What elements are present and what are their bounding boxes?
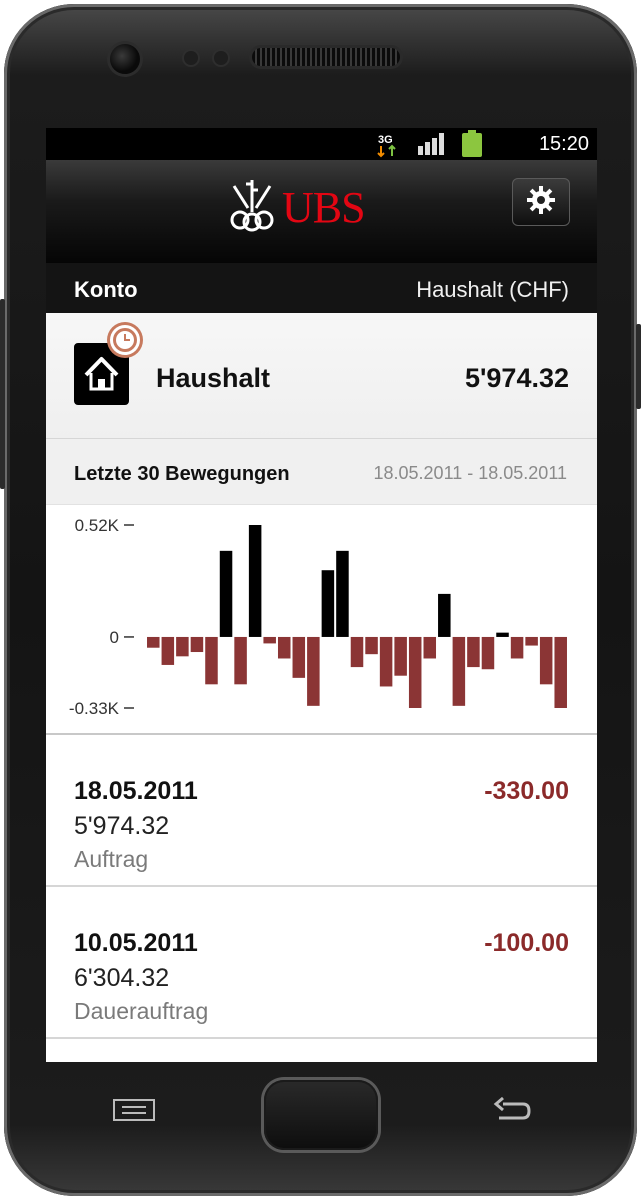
bar-negative [147, 636, 160, 648]
transaction-list: 18.05.2011 -330.00 5'974.32 Auftrag 10.0… [46, 735, 597, 1039]
account-summary[interactable]: Haushalt 5'974.32 [46, 313, 597, 439]
signal-icon [418, 132, 446, 161]
transaction-amount: -100.00 [484, 929, 569, 957]
front-camera [110, 44, 140, 74]
status-bar: 3G 15:20 [46, 128, 597, 160]
bar-negative [467, 636, 480, 668]
screen: 3G 15:20 UBS Konto Haushalt (CHF) Hausha… [46, 128, 597, 1062]
account-selector[interactable]: Haushalt (CHF) [416, 277, 569, 303]
transaction-balance: 5'974.32 [74, 812, 170, 840]
bar-negative [263, 636, 276, 644]
account-balance: 5'974.32 [464, 363, 569, 393]
bar-negative [234, 636, 247, 685]
svg-text:3G: 3G [378, 134, 393, 146]
account-bar-label: Konto [74, 277, 138, 302]
bar-chart: 0.52K 0 -0.33K [69, 516, 567, 718]
bar-negative [277, 636, 291, 659]
bar-positive [321, 570, 335, 637]
proximity-sensor [184, 51, 198, 65]
y-tick-label: 0.52K [75, 516, 120, 535]
bar-positive [496, 632, 509, 637]
y-tick-label: 0 [110, 628, 119, 647]
bar-negative [481, 636, 495, 670]
back-icon[interactable] [493, 1096, 533, 1131]
bar-negative [205, 636, 218, 685]
app-header: UBS [46, 160, 597, 263]
light-sensor [214, 51, 228, 65]
bar-negative [539, 636, 553, 685]
home-button[interactable] [264, 1080, 378, 1150]
bar-negative [525, 636, 538, 646]
transaction-amount: -330.00 [484, 777, 569, 805]
keys-icon [226, 178, 278, 237]
transaction-balance: 6'304.32 [74, 964, 170, 992]
power-button [636, 324, 641, 409]
earpiece-speaker [252, 48, 400, 66]
bar-negative [510, 636, 524, 659]
volume-button [0, 299, 5, 489]
movements-header: Letzte 30 Bewegungen 18.05.2011 - 18.05.… [46, 439, 597, 505]
bar-negative [190, 636, 204, 653]
battery-icon [461, 130, 483, 163]
bar-negative [161, 636, 175, 665]
account-bar[interactable]: Konto Haushalt (CHF) [46, 263, 597, 313]
movements-title: Letzte 30 Bewegungen [74, 463, 290, 485]
bar-negative [365, 636, 378, 655]
bar-negative [379, 636, 393, 687]
bar-negative [554, 636, 567, 708]
transaction-date: 18.05.2011 [74, 777, 198, 805]
bar-positive [219, 550, 233, 637]
bar-negative [307, 636, 320, 706]
transaction-type: Dauerauftrag [74, 998, 209, 1024]
gear-icon [526, 185, 556, 220]
bar-negative [292, 636, 306, 678]
bar-negative [176, 636, 189, 657]
transaction-row[interactable]: 10.05.2011 -100.00 6'304.32 Dauerauftrag [46, 887, 597, 1039]
clock-icon [110, 325, 140, 355]
network-3g-icon: 3G [376, 132, 400, 163]
bar-positive [336, 550, 349, 637]
bar-negative [408, 636, 422, 708]
bar-negative [350, 636, 364, 668]
menu-icon[interactable] [113, 1099, 155, 1126]
bar-negative [423, 636, 437, 659]
movements-date-range: 18.05.2011 - 18.05.2011 [373, 463, 568, 483]
bar-negative [452, 636, 466, 706]
bar-positive [248, 525, 262, 637]
bar-negative [394, 636, 407, 676]
transaction-row[interactable]: 18.05.2011 -330.00 5'974.32 Auftrag [46, 735, 597, 887]
movements-chart[interactable]: 0.52K 0 -0.33K [46, 505, 597, 735]
status-time: 15:20 [538, 133, 589, 155]
transaction-date: 10.05.2011 [74, 929, 198, 957]
brand-name: UBS [282, 183, 366, 232]
settings-button[interactable] [512, 178, 570, 226]
transaction-type: Auftrag [74, 846, 149, 872]
bar-positive [438, 593, 451, 637]
y-tick-label: -0.33K [69, 699, 120, 718]
ubs-logo: UBS [226, 178, 366, 237]
account-name: Haushalt [156, 363, 271, 393]
